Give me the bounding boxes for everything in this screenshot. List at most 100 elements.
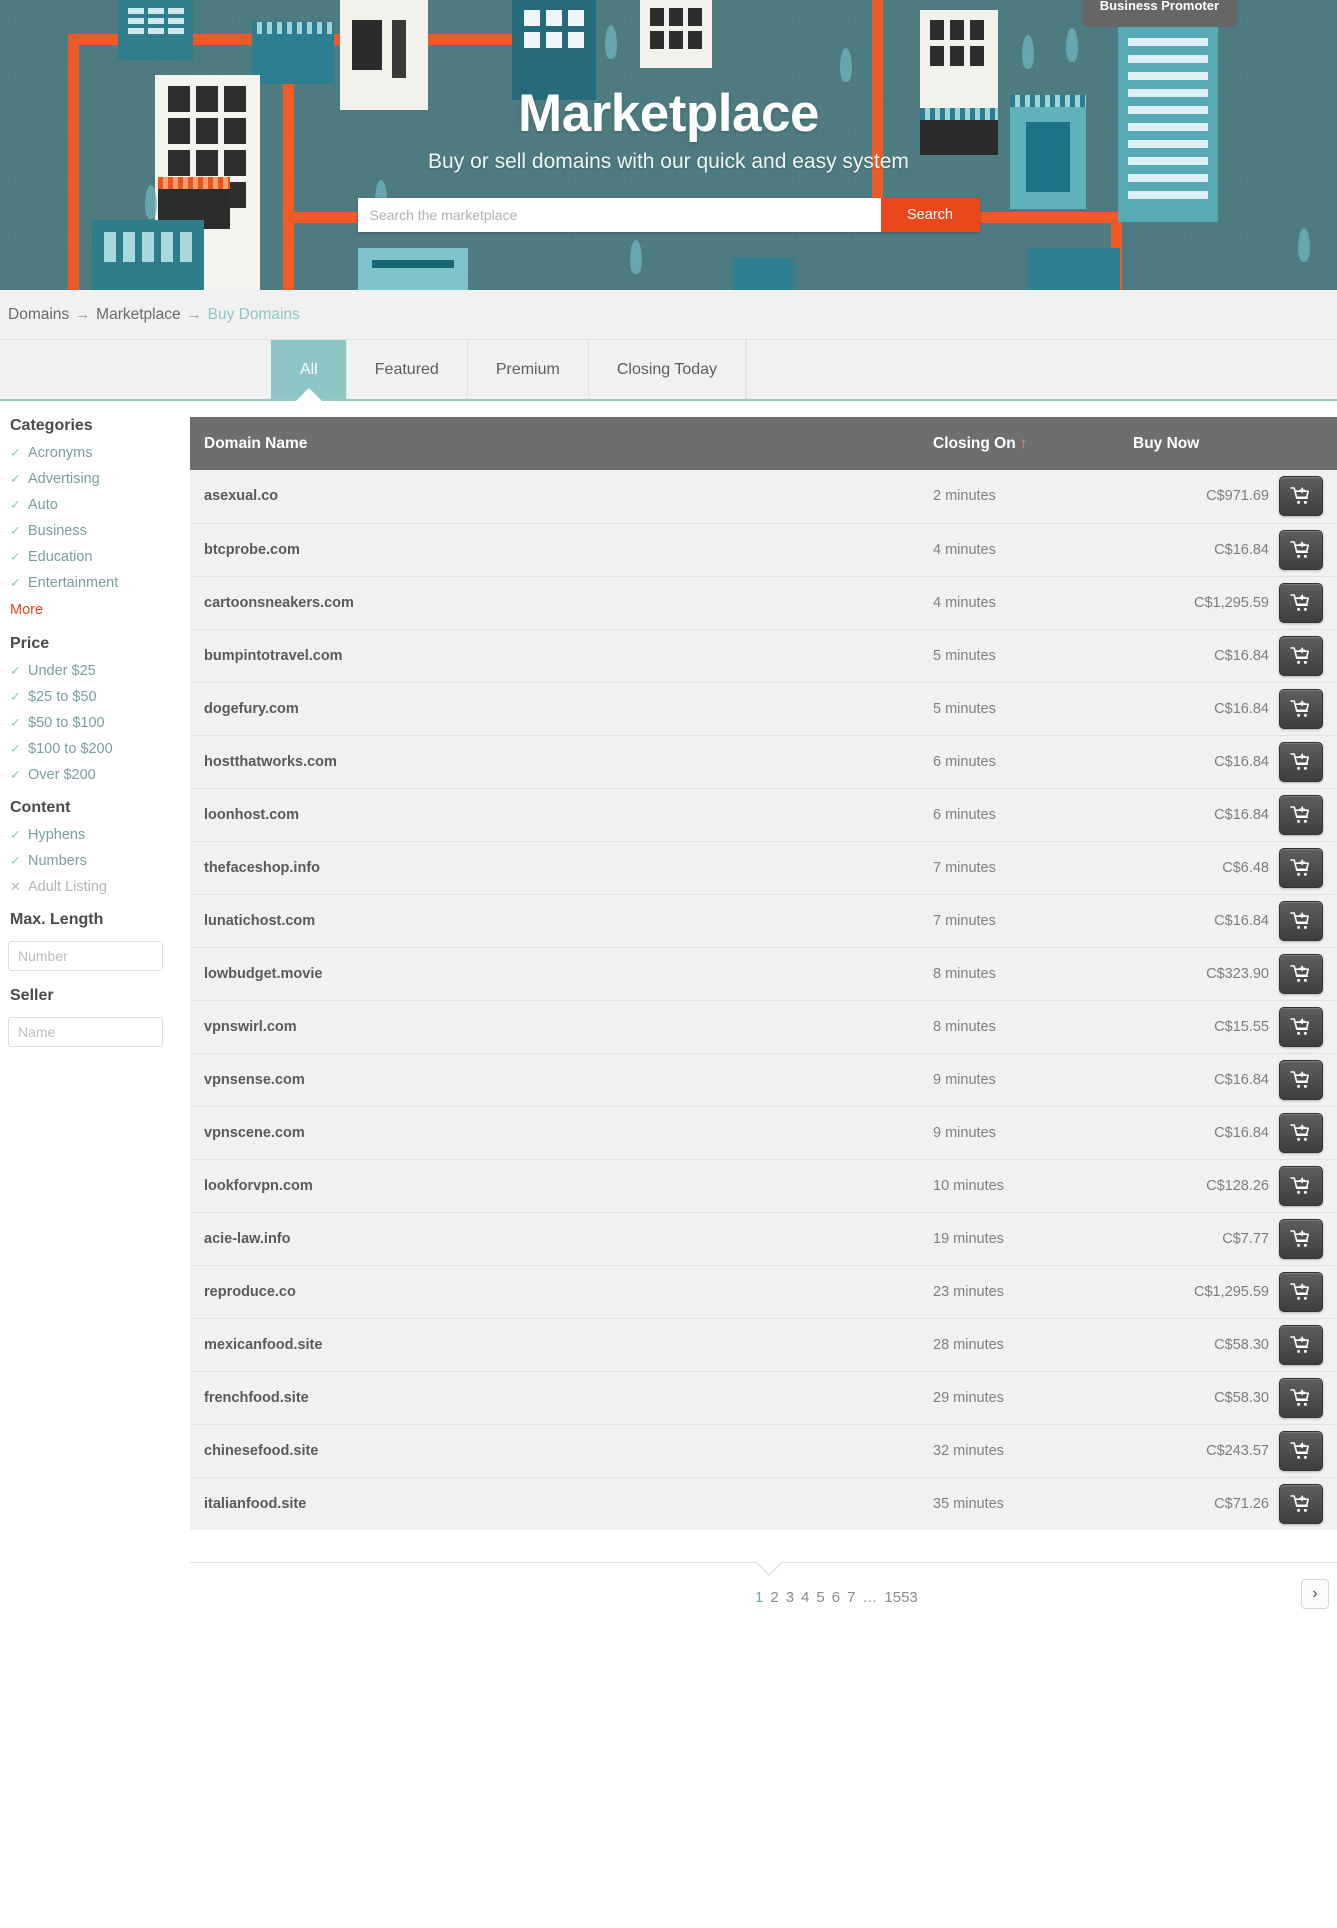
domain-name-link[interactable]: cartoonsneakers.com — [204, 595, 354, 611]
domain-name-link[interactable]: vpnsense.com — [204, 1072, 305, 1088]
column-header-domain-name[interactable]: Domain Name — [190, 417, 919, 470]
search-button[interactable]: Search — [880, 197, 980, 232]
domain-name-link[interactable]: italianfood.site — [204, 1496, 306, 1512]
pagination-page-7[interactable]: 7 — [847, 1589, 855, 1606]
filter-100-to-200[interactable]: ✓ $100 to $200 — [10, 741, 180, 757]
filter-hyphens[interactable]: ✓ Hyphens — [10, 827, 180, 843]
add-to-cart-button[interactable] — [1279, 1324, 1323, 1365]
table-row[interactable]: hostthatworks.com 6 minutes C$16.84 — [190, 734, 1337, 788]
add-to-cart-button[interactable] — [1279, 794, 1323, 835]
table-row[interactable]: cartoonsneakers.com 4 minutes C$1,295.59 — [190, 575, 1337, 629]
add-to-cart-button[interactable] — [1279, 1218, 1323, 1259]
domain-name-link[interactable]: dogefury.com — [204, 701, 299, 717]
add-to-cart-button[interactable] — [1279, 1271, 1323, 1312]
add-to-cart-button[interactable] — [1279, 900, 1323, 941]
table-row[interactable]: frenchfood.site 29 minutes C$58.30 — [190, 1370, 1337, 1424]
table-row[interactable]: vpnswirl.com 8 minutes C$15.55 — [190, 999, 1337, 1053]
next-page-button[interactable]: › — [1301, 1579, 1329, 1609]
add-to-cart-button[interactable] — [1279, 476, 1323, 517]
table-row[interactable]: chinesefood.site 32 minutes C$243.57 — [190, 1423, 1337, 1477]
add-to-cart-button[interactable] — [1279, 1377, 1323, 1418]
add-to-cart-button[interactable] — [1279, 688, 1323, 729]
filter-under-25[interactable]: ✓ Under $25 — [10, 663, 180, 679]
cell-buy-now: C$243.57 — [1119, 1423, 1337, 1477]
add-to-cart-button[interactable] — [1279, 1059, 1323, 1100]
add-to-cart-button[interactable] — [1279, 635, 1323, 676]
add-to-cart-button[interactable] — [1279, 1430, 1323, 1471]
categories-more-link[interactable]: More — [10, 602, 43, 618]
tab-all[interactable]: All — [271, 340, 347, 399]
domain-name-link[interactable]: bumpintotravel.com — [204, 648, 343, 664]
table-row[interactable]: mexicanfood.site 28 minutes C$58.30 — [190, 1317, 1337, 1371]
pagination-page-1553[interactable]: 1553 — [884, 1589, 917, 1606]
filter-adult-listing[interactable]: ✕ Adult Listing — [10, 879, 180, 895]
tab-closing-today[interactable]: Closing Today — [587, 340, 747, 399]
add-to-cart-button[interactable] — [1279, 847, 1323, 888]
table-row[interactable]: thefaceshop.info 7 minutes C$6.48 — [190, 840, 1337, 894]
search-input[interactable] — [357, 197, 881, 232]
pagination-page-2[interactable]: 2 — [770, 1589, 778, 1606]
table-row[interactable]: vpnsense.com 9 minutes C$16.84 — [190, 1052, 1337, 1106]
domain-name-link[interactable]: vpnswirl.com — [204, 1019, 297, 1035]
domain-name-link[interactable]: loonhost.com — [204, 807, 299, 823]
filter-auto[interactable]: ✓ Auto — [10, 497, 180, 513]
domain-name-link[interactable]: lookforvpn.com — [204, 1178, 313, 1194]
domain-name-link[interactable]: frenchfood.site — [204, 1390, 309, 1406]
table-row[interactable]: lowbudget.movie 8 minutes C$323.90 — [190, 946, 1337, 1000]
table-row[interactable]: loonhost.com 6 minutes C$16.84 — [190, 787, 1337, 841]
domain-name-link[interactable]: hostthatworks.com — [204, 754, 337, 770]
add-to-cart-button[interactable] — [1279, 582, 1323, 623]
domain-name-link[interactable]: btcprobe.com — [204, 542, 300, 558]
pagination-page-1[interactable]: 1 — [755, 1589, 763, 1606]
table-row[interactable]: lookforvpn.com 10 minutes C$128.26 — [190, 1158, 1337, 1212]
domain-name-link[interactable]: asexual.co — [204, 488, 278, 504]
domain-name-link[interactable]: lowbudget.movie — [204, 966, 322, 982]
add-to-cart-button[interactable] — [1279, 1112, 1323, 1153]
table-row[interactable]: lunatichost.com 7 minutes C$16.84 — [190, 893, 1337, 947]
tab-featured[interactable]: Featured — [345, 340, 468, 399]
breadcrumb-item-marketplace[interactable]: Marketplace — [96, 306, 180, 324]
business-promoter-badge[interactable]: Business Promoter — [1081, 0, 1237, 27]
filter-education[interactable]: ✓ Education — [10, 549, 180, 565]
filter-over-200[interactable]: ✓ Over $200 — [10, 767, 180, 783]
add-to-cart-button[interactable] — [1279, 1006, 1323, 1047]
filter-advertising[interactable]: ✓ Advertising — [10, 471, 180, 487]
add-to-cart-button[interactable] — [1279, 953, 1323, 994]
table-row[interactable]: dogefury.com 5 minutes C$16.84 — [190, 681, 1337, 735]
table-row[interactable]: vpnscene.com 9 minutes C$16.84 — [190, 1105, 1337, 1159]
closing-on-value: 5 minutes — [933, 647, 996, 664]
domain-name-link[interactable]: chinesefood.site — [204, 1443, 318, 1459]
pagination-page-5[interactable]: 5 — [816, 1589, 824, 1606]
breadcrumb-item-domains[interactable]: Domains — [8, 306, 69, 324]
domain-name-link[interactable]: acie-law.info — [204, 1231, 290, 1247]
add-to-cart-button[interactable] — [1279, 1483, 1323, 1524]
table-row[interactable]: bumpintotravel.com 5 minutes C$16.84 — [190, 628, 1337, 682]
seller-input[interactable] — [8, 1017, 163, 1047]
domain-name-link[interactable]: lunatichost.com — [204, 913, 315, 929]
filter-business[interactable]: ✓ Business — [10, 523, 180, 539]
table-row[interactable]: italianfood.site 35 minutes C$71.26 — [190, 1476, 1337, 1530]
max-length-input[interactable] — [8, 941, 163, 971]
filter-entertainment[interactable]: ✓ Entertainment — [10, 575, 180, 591]
column-header-closing-on[interactable]: Closing On ↑ — [919, 417, 1119, 470]
add-to-cart-button[interactable] — [1279, 1165, 1323, 1206]
pagination-page-4[interactable]: 4 — [801, 1589, 809, 1606]
table-row[interactable]: asexual.co 2 minutes C$971.69 — [190, 470, 1337, 523]
table-row[interactable]: acie-law.info 19 minutes C$7.77 — [190, 1211, 1337, 1265]
filter-acronyms[interactable]: ✓ Acronyms — [10, 445, 180, 461]
domain-name-link[interactable]: thefaceshop.info — [204, 860, 320, 876]
table-row[interactable]: reproduce.co 23 minutes C$1,295.59 — [190, 1264, 1337, 1318]
filter-numbers[interactable]: ✓ Numbers — [10, 853, 180, 869]
add-to-cart-button[interactable] — [1279, 741, 1323, 782]
domain-name-link[interactable]: vpnscene.com — [204, 1125, 305, 1141]
filter-25-to-50[interactable]: ✓ $25 to $50 — [10, 689, 180, 705]
filter-50-to-100[interactable]: ✓ $50 to $100 — [10, 715, 180, 731]
add-to-cart-button[interactable] — [1279, 529, 1323, 570]
domain-name-link[interactable]: reproduce.co — [204, 1284, 296, 1300]
pagination-page-3[interactable]: 3 — [786, 1589, 794, 1606]
domain-name-link[interactable]: mexicanfood.site — [204, 1337, 322, 1353]
tab-premium[interactable]: Premium — [466, 340, 589, 399]
check-icon: ✓ — [10, 575, 21, 590]
pagination-page-6[interactable]: 6 — [832, 1589, 840, 1606]
table-row[interactable]: btcprobe.com 4 minutes C$16.84 — [190, 522, 1337, 576]
